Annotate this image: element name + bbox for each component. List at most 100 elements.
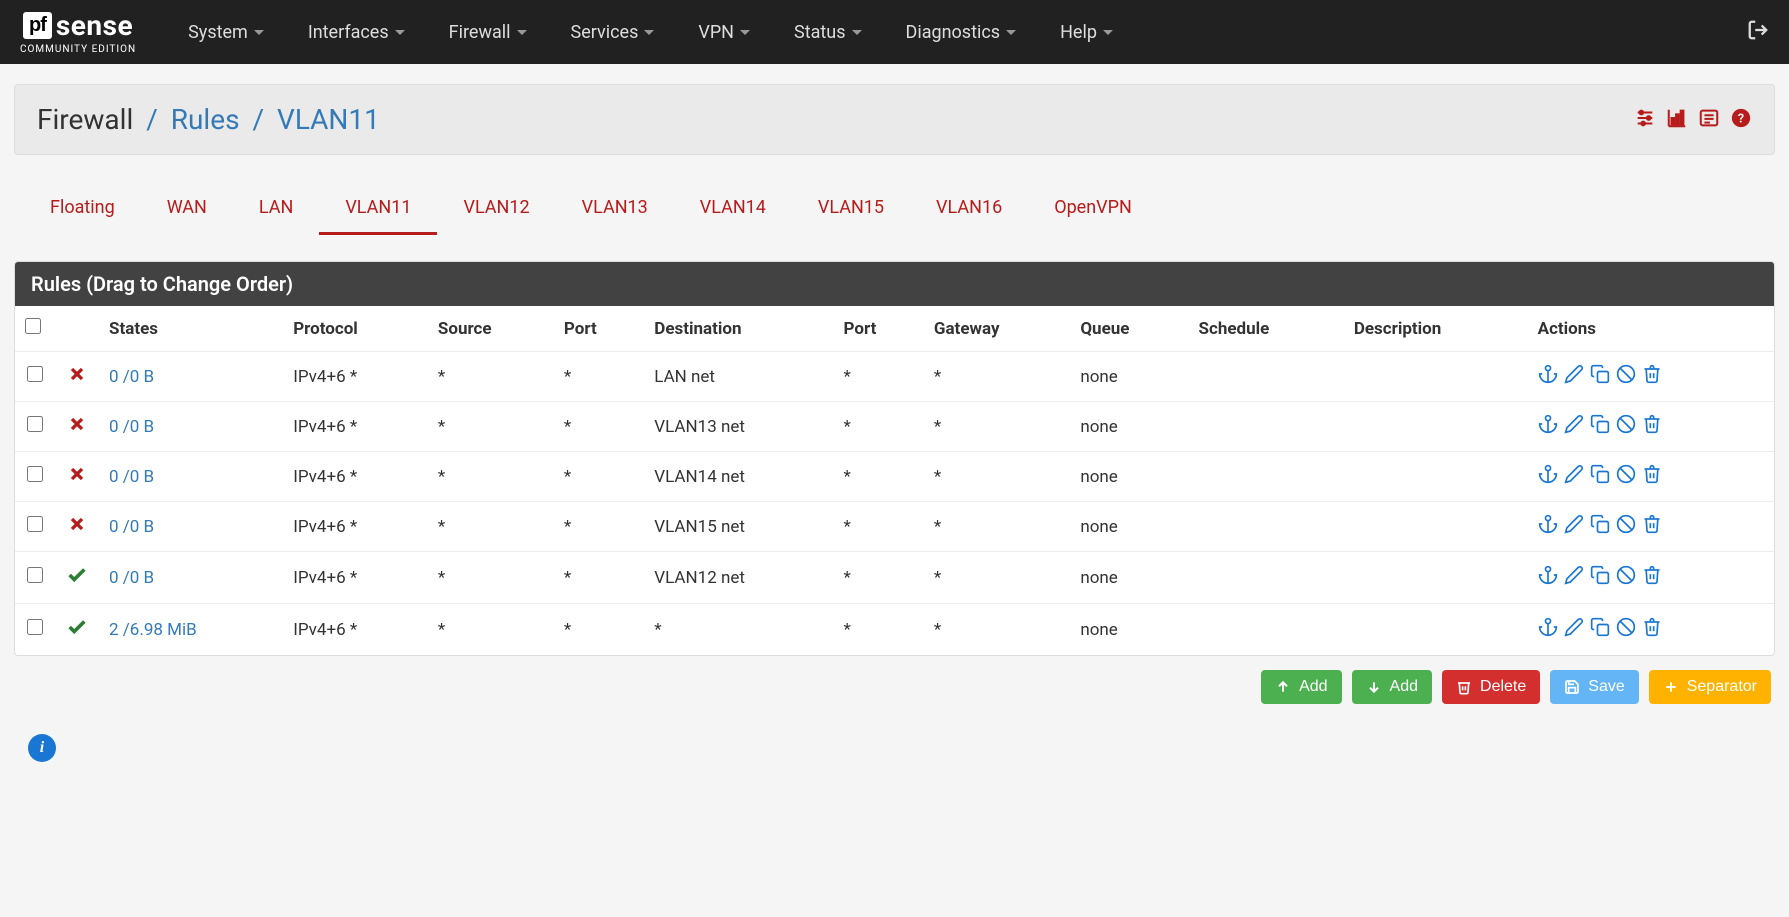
nav-item-help[interactable]: Help	[1038, 0, 1135, 64]
logo-brand-a: pf	[23, 12, 52, 39]
table-row[interactable]: 0 /0 BIPv4+6 ***VLAN15 net**none	[15, 502, 1774, 552]
copy-icon[interactable]	[1590, 617, 1610, 642]
cell-source: *	[428, 452, 554, 502]
row-checkbox[interactable]	[27, 466, 43, 482]
trash-icon[interactable]	[1642, 464, 1662, 489]
cell-gateway: *	[924, 402, 1070, 452]
trash-icon[interactable]	[1642, 414, 1662, 439]
nav-item-vpn[interactable]: VPN	[676, 0, 772, 64]
cell-queue: none	[1070, 352, 1188, 402]
trash-icon[interactable]	[1642, 514, 1662, 539]
tab-vlan14[interactable]: VLAN14	[674, 183, 792, 235]
anchor-icon[interactable]	[1538, 364, 1558, 389]
anchor-icon[interactable]	[1538, 617, 1558, 642]
nav-item-services[interactable]: Services	[549, 0, 677, 64]
tab-vlan11[interactable]: VLAN11	[319, 183, 437, 235]
tab-vlan16[interactable]: VLAN16	[910, 183, 1028, 235]
breadcrumb-vlan[interactable]: VLAN11	[277, 103, 380, 136]
cell-sport: *	[554, 502, 644, 552]
table-row[interactable]: 0 /0 BIPv4+6 ***LAN net**none	[15, 352, 1774, 402]
edit-icon[interactable]	[1564, 514, 1584, 539]
anchor-icon[interactable]	[1538, 464, 1558, 489]
tab-vlan13[interactable]: VLAN13	[556, 183, 674, 235]
trash-icon[interactable]	[1642, 617, 1662, 642]
svg-text:?: ?	[1738, 111, 1744, 126]
add-top-button[interactable]: Add	[1261, 670, 1341, 704]
cell-dport: *	[834, 352, 924, 402]
states-link[interactable]: 0 /0 B	[109, 467, 154, 487]
tab-floating[interactable]: Floating	[24, 183, 141, 235]
copy-icon[interactable]	[1590, 464, 1610, 489]
table-row[interactable]: 0 /0 BIPv4+6 ***VLAN13 net**none	[15, 402, 1774, 452]
copy-icon[interactable]	[1590, 414, 1610, 439]
anchor-icon[interactable]	[1538, 514, 1558, 539]
row-checkbox[interactable]	[27, 567, 43, 583]
copy-icon[interactable]	[1590, 514, 1610, 539]
anchor-icon[interactable]	[1538, 414, 1558, 439]
disable-icon[interactable]	[1616, 514, 1636, 539]
nav-item-firewall[interactable]: Firewall	[427, 0, 549, 64]
caret-down-icon	[517, 30, 527, 35]
cell-description	[1344, 502, 1528, 552]
table-row[interactable]: 0 /0 BIPv4+6 ***VLAN12 net**none	[15, 552, 1774, 604]
states-link[interactable]: 0 /0 B	[109, 517, 154, 537]
logo[interactable]: pf sense COMMUNITY EDITION	[20, 9, 136, 55]
disable-icon[interactable]	[1616, 464, 1636, 489]
disable-icon[interactable]	[1616, 364, 1636, 389]
tab-vlan12[interactable]: VLAN12	[437, 183, 555, 235]
states-link[interactable]: 2 /6.98 MiB	[109, 620, 197, 640]
tab-lan[interactable]: LAN	[233, 183, 319, 235]
row-checkbox[interactable]	[27, 416, 43, 432]
edit-icon[interactable]	[1564, 464, 1584, 489]
tab-wan[interactable]: WAN	[141, 183, 233, 235]
save-button[interactable]: Save	[1550, 670, 1638, 704]
states-link[interactable]: 0 /0 B	[109, 568, 154, 588]
edit-icon[interactable]	[1564, 414, 1584, 439]
page-header: Firewall / Rules / VLAN11 ?	[14, 84, 1775, 155]
settings-icon[interactable]	[1634, 107, 1656, 133]
chart-icon[interactable]	[1666, 107, 1688, 133]
anchor-icon[interactable]	[1538, 565, 1558, 590]
delete-button[interactable]: Delete	[1442, 670, 1540, 704]
edit-icon[interactable]	[1564, 565, 1584, 590]
edit-icon[interactable]	[1564, 364, 1584, 389]
row-actions	[1538, 514, 1764, 539]
nav-item-system[interactable]: System	[166, 0, 286, 64]
separator-button[interactable]: Separator	[1649, 670, 1771, 704]
tab-openvpn[interactable]: OpenVPN	[1028, 183, 1158, 235]
tab-vlan15[interactable]: VLAN15	[792, 183, 910, 235]
logout-icon[interactable]	[1747, 19, 1769, 45]
edit-icon[interactable]	[1564, 617, 1584, 642]
cell-description	[1344, 552, 1528, 604]
cell-gateway: *	[924, 352, 1070, 402]
cell-sport: *	[554, 452, 644, 502]
nav-item-status[interactable]: Status	[772, 0, 883, 64]
disable-icon[interactable]	[1616, 414, 1636, 439]
trash-icon[interactable]	[1642, 565, 1662, 590]
help-icon[interactable]: ?	[1730, 107, 1752, 133]
row-checkbox[interactable]	[27, 366, 43, 382]
table-row[interactable]: 2 /6.98 MiBIPv4+6 ******none	[15, 604, 1774, 656]
col-header: Actions	[1528, 306, 1774, 352]
disable-icon[interactable]	[1616, 565, 1636, 590]
cell-description	[1344, 452, 1528, 502]
log-icon[interactable]	[1698, 107, 1720, 133]
states-link[interactable]: 0 /0 B	[109, 417, 154, 437]
col-header: Port	[834, 306, 924, 352]
breadcrumb-rules[interactable]: Rules	[171, 103, 240, 136]
nav-item-diagnostics[interactable]: Diagnostics	[884, 0, 1039, 64]
select-all-checkbox[interactable]	[25, 318, 41, 334]
add-bottom-button[interactable]: Add	[1352, 670, 1432, 704]
info-icon[interactable]: i	[28, 734, 56, 762]
states-link[interactable]: 0 /0 B	[109, 367, 154, 387]
row-checkbox[interactable]	[27, 619, 43, 635]
row-checkbox[interactable]	[27, 516, 43, 532]
cell-schedule	[1189, 402, 1344, 452]
trash-icon[interactable]	[1642, 364, 1662, 389]
row-actions	[1538, 565, 1764, 590]
nav-item-interfaces[interactable]: Interfaces	[286, 0, 427, 64]
copy-icon[interactable]	[1590, 364, 1610, 389]
disable-icon[interactable]	[1616, 617, 1636, 642]
table-row[interactable]: 0 /0 BIPv4+6 ***VLAN14 net**none	[15, 452, 1774, 502]
copy-icon[interactable]	[1590, 565, 1610, 590]
